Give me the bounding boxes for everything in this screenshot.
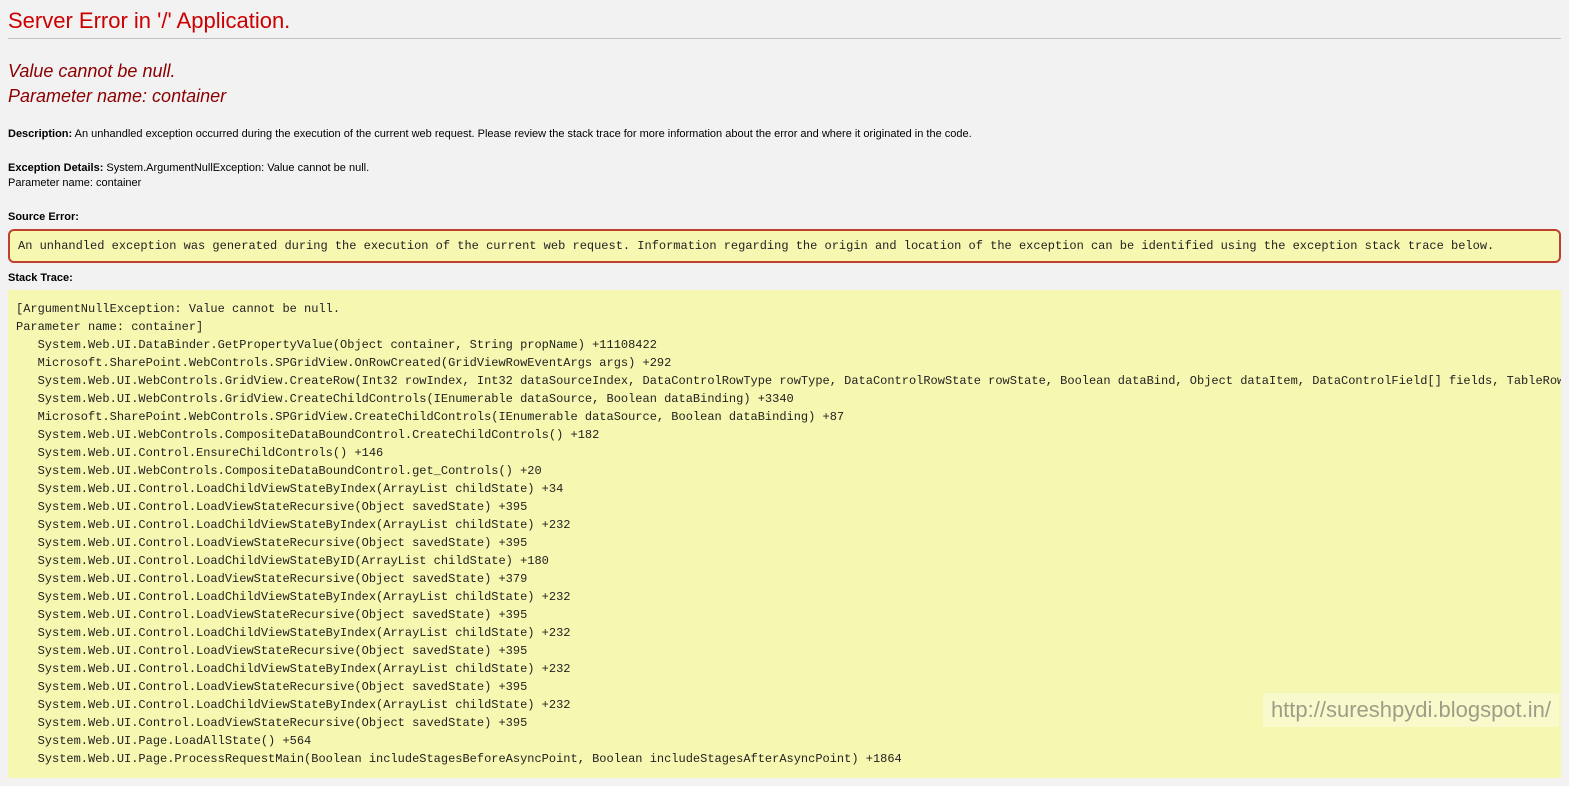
- description-label: Description:: [8, 128, 72, 140]
- exception-details-text-1: System.ArgumentNullException: Value cann…: [106, 162, 369, 174]
- subtitle-line-2: Parameter name: container: [8, 86, 226, 106]
- source-error-box: An unhandled exception was generated dur…: [8, 229, 1561, 263]
- description-text: An unhandled exception occurred during t…: [75, 128, 972, 140]
- exception-details-section: Exception Details: System.ArgumentNullEx…: [8, 161, 1561, 192]
- stack-trace-box: [ArgumentNullException: Value cannot be …: [8, 290, 1561, 778]
- page-title: Server Error in '/' Application.: [8, 8, 1561, 39]
- stack-trace-label: Stack Trace:: [8, 272, 73, 284]
- source-error-section: Source Error:: [8, 210, 1561, 225]
- stack-trace-section: Stack Trace:: [8, 271, 1561, 286]
- source-error-label: Source Error:: [8, 211, 79, 223]
- error-subtitle: Value cannot be null. Parameter name: co…: [8, 59, 1561, 109]
- exception-details-label: Exception Details:: [8, 162, 103, 174]
- description-section: Description: An unhandled exception occu…: [8, 127, 1561, 142]
- exception-details-text-2: Parameter name: container: [8, 177, 141, 189]
- subtitle-line-1: Value cannot be null.: [8, 61, 175, 81]
